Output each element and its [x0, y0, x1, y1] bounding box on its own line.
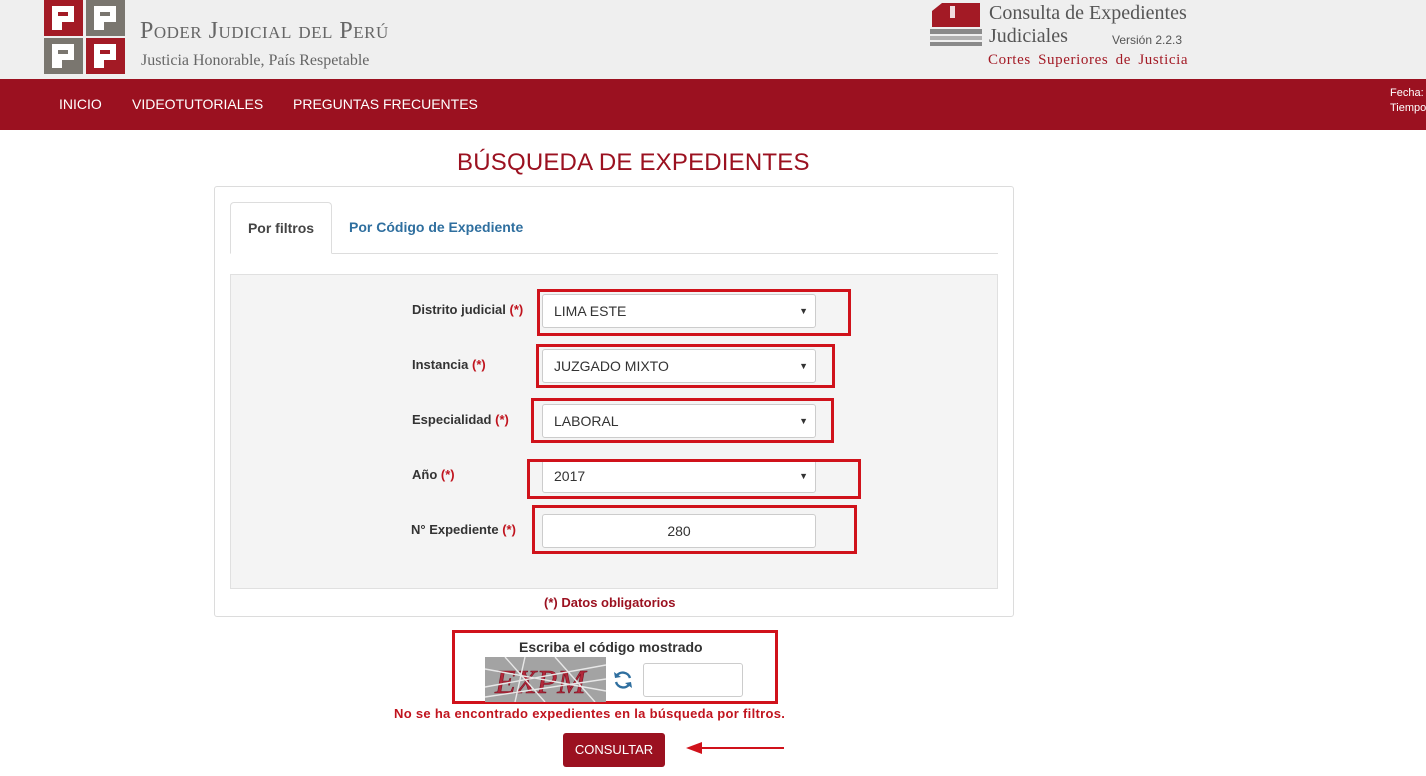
app-title: Consulta de Expedientes [989, 2, 1187, 24]
main-nav: INICIO VIDEOTUTORIALES PREGUNTAS FRECUEN… [0, 79, 1426, 130]
captcha-input[interactable] [643, 663, 743, 697]
consultar-button[interactable]: CONSULTAR [563, 733, 665, 767]
tiempo-label: Tiempo [1390, 102, 1426, 114]
required-marker: (*) [440, 467, 455, 482]
poder-judicial-logo [44, 0, 125, 74]
books-icon [930, 3, 982, 46]
anio-label: Año (*) [412, 467, 455, 482]
required-marker: (*) [502, 522, 516, 537]
nav-inicio[interactable]: INICIO [59, 96, 102, 112]
tab-por-codigo[interactable]: Por Código de Expediente [349, 219, 523, 235]
highlight-box [536, 344, 835, 388]
arrow-left-icon [686, 742, 784, 754]
app-title-line2: Judiciales [989, 25, 1068, 47]
org-motto: Justicia Honorable, País Respetable [141, 52, 370, 69]
expediente-label: N° Expediente (*) [411, 522, 516, 537]
required-marker: (*) [509, 302, 524, 317]
page-title: BÚSQUEDA DE EXPEDIENTES [457, 149, 810, 176]
org-name: Poder Judicial del Perú [140, 18, 389, 44]
fecha-label: Fecha: [1390, 87, 1424, 99]
highlight-box [537, 289, 851, 336]
app-version: Versión 2.2.3 [1112, 33, 1183, 47]
highlight-box [527, 459, 861, 499]
instancia-label: Instancia (*) [412, 357, 486, 372]
highlight-box [532, 505, 857, 554]
required-note: (*) Datos obligatorios [544, 595, 676, 610]
required-marker: (*) [495, 412, 509, 427]
required-marker: (*) [471, 357, 486, 372]
captcha-image: EXPM [485, 657, 606, 702]
app-subtitle: Cortes Superiores de Justicia [988, 52, 1189, 68]
nav-preguntas-frecuentes[interactable]: PREGUNTAS FRECUENTES [293, 96, 478, 112]
error-message: No se ha encontrado expedientes en la bú… [394, 706, 786, 721]
tabs-divider [230, 253, 998, 254]
captcha-label: Escriba el código mostrado [519, 639, 703, 655]
session-info: Fecha: Tiempo [1390, 86, 1426, 116]
site-header: Poder Judicial del Perú Justicia Honorab… [0, 0, 1426, 79]
especialidad-label: Especialidad (*) [412, 412, 509, 427]
nav-videotutoriales[interactable]: VIDEOTUTORIALES [132, 96, 263, 112]
highlight-box [531, 398, 834, 443]
distrito-label: Distrito judicial (*) [412, 302, 524, 317]
refresh-icon[interactable] [612, 669, 634, 691]
tab-por-filtros[interactable]: Por filtros [230, 202, 332, 254]
